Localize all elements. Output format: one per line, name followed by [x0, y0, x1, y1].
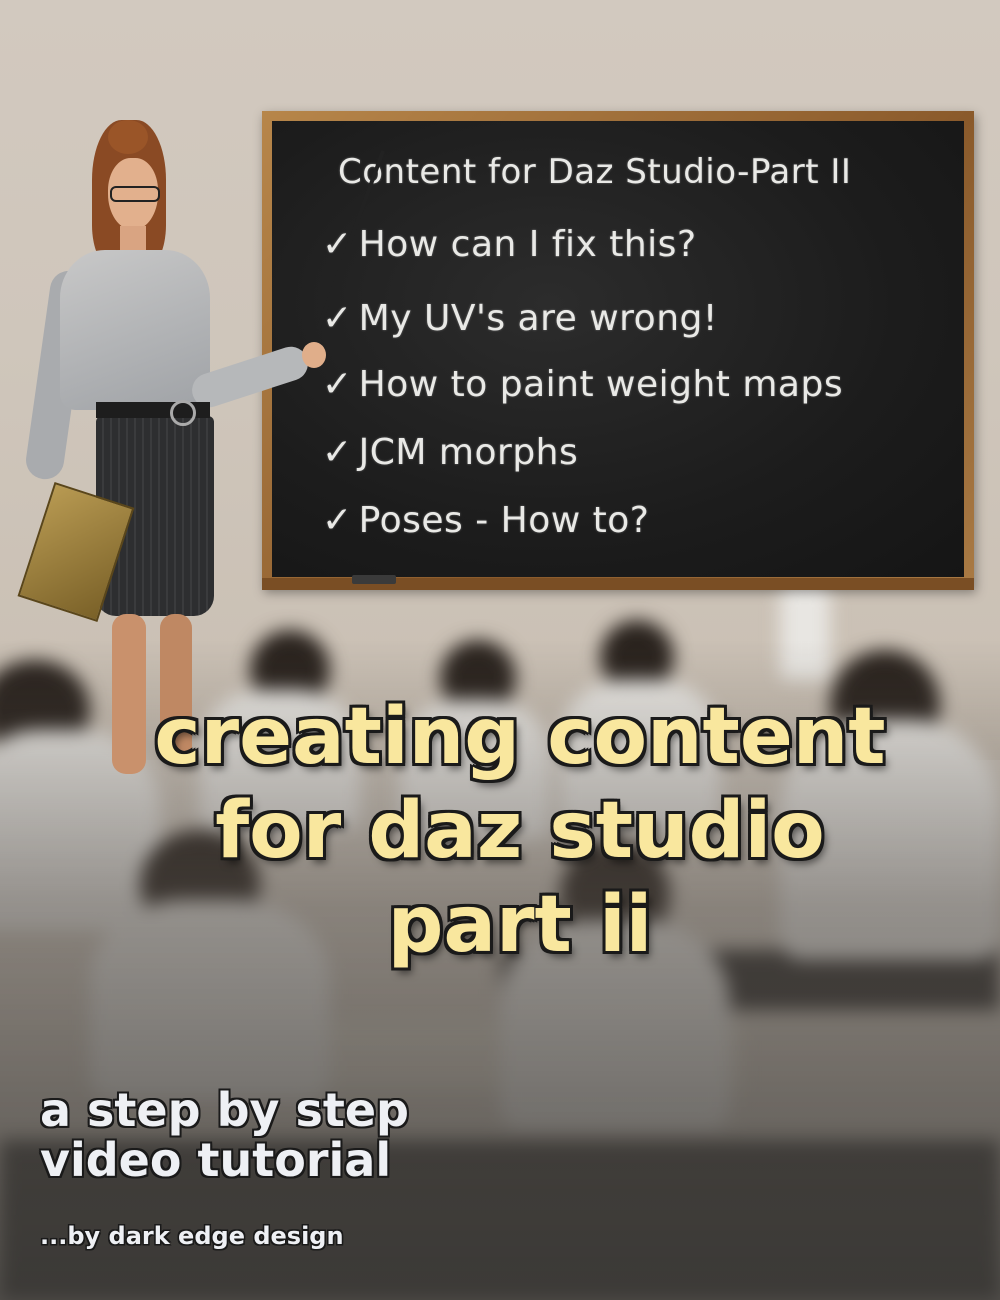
- subtitle-line: a step by step: [40, 1083, 409, 1137]
- board-item: ✓ How to paint weight maps: [322, 364, 843, 405]
- board-item-label: Poses - How to?: [358, 500, 650, 541]
- board-item-label: How can I fix this?: [358, 224, 697, 265]
- teacher-figure: [17, 120, 385, 774]
- eraser: [352, 575, 396, 584]
- cover-headline: creating content for daz studio part ii: [40, 690, 1000, 972]
- board-item-label: How to paint weight maps: [358, 364, 844, 405]
- board-item: ✓ How can I fix this?: [322, 224, 697, 265]
- cover-subtitle: a step by step video tutorial: [40, 1085, 409, 1185]
- headline-line: for daz studio: [215, 786, 825, 876]
- headline-line: part ii: [387, 880, 653, 970]
- headline-line: creating content: [154, 692, 886, 782]
- cover-scene: Content for Daz Studio-Part II ✓ How can …: [0, 0, 1000, 1300]
- board-item: ✓ JCM morphs: [322, 432, 578, 473]
- board-item: ✓ Poses - How to?: [322, 500, 649, 541]
- subtitle-line: video tutorial: [40, 1133, 392, 1187]
- board-item-label: JCM morphs: [358, 432, 579, 473]
- glasses-icon: [110, 186, 160, 202]
- board-title: Content for Daz Studio-Part II: [338, 152, 852, 192]
- board-item-label: My UV's are wrong!: [358, 298, 718, 339]
- board-item: ✓ My UV's are wrong!: [322, 298, 718, 339]
- byline: ...by dark edge design: [40, 1222, 344, 1250]
